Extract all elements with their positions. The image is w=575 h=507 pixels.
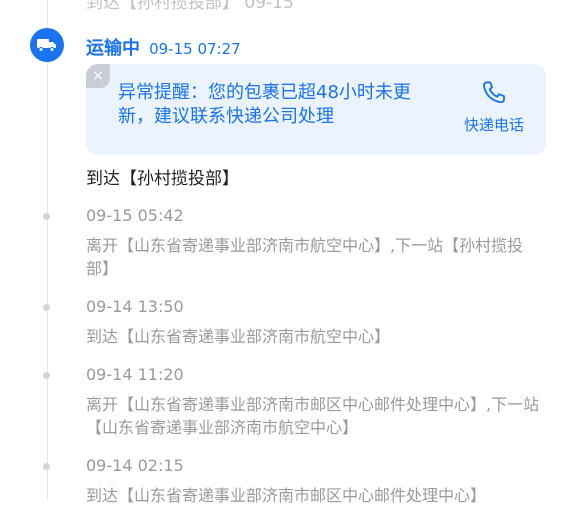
alert-close-button[interactable]: ×	[86, 64, 110, 88]
timeline-line	[47, 0, 48, 500]
timeline-dot	[43, 372, 50, 379]
status-label: 运输中	[86, 38, 140, 59]
alert-message: 异常提醒：您的包裹已超48小时未更新，建议联系快递公司处理	[118, 82, 411, 127]
timeline-dot	[43, 304, 50, 311]
event-time: 09-14 02:15	[86, 456, 184, 475]
timeline-event: 09-14 11:20 离开【山东省寄递事业部济南市邮区中心邮件处理中心】,下一…	[43, 364, 546, 439]
event-time: 09-14 13:50	[86, 297, 184, 316]
event-desc: 离开【山东省寄递事业部济南市航空中心】,下一站【孙村揽投部】	[86, 236, 524, 278]
event-desc: 到达【山东省寄递事业部济南市邮区中心邮件处理中心】	[86, 486, 487, 505]
courier-phone-label: 快递电话	[463, 116, 524, 134]
status-time: 09-15 07:27	[149, 40, 241, 58]
previous-event-partial: 到达【孙村揽投部】 09-15	[86, 0, 294, 13]
abnormal-alert-card: × 异常提醒：您的包裹已超48小时未更新，建议联系快递公司处理 快递电话	[86, 64, 546, 155]
event-time: 09-15 05:42	[86, 206, 184, 225]
timeline-event: 09-14 13:50 到达【山东省寄递事业部济南市航空中心】	[43, 296, 546, 348]
event-time: 09-14 11:20	[86, 365, 184, 384]
phone-icon	[479, 81, 509, 112]
current-status: 运输中 09-15 07:27	[86, 34, 241, 60]
truck-icon	[30, 28, 64, 62]
timeline-event: 09-15 05:42 离开【山东省寄递事业部济南市航空中心】,下一站【孙村揽投…	[43, 205, 546, 280]
event-desc: 离开【山东省寄递事业部济南市邮区中心邮件处理中心】,下一站【山东省寄递事业部济南…	[86, 395, 540, 437]
current-status-desc: 到达【孙村揽投部】	[86, 169, 239, 189]
timeline-dot	[43, 213, 50, 220]
timeline-dot	[43, 463, 50, 470]
event-desc: 到达【山东省寄递事业部济南市航空中心】	[86, 327, 391, 346]
courier-phone-button[interactable]: 快递电话	[454, 78, 534, 135]
timeline-event: 09-14 02:15 到达【山东省寄递事业部济南市邮区中心邮件处理中心】	[43, 455, 546, 507]
